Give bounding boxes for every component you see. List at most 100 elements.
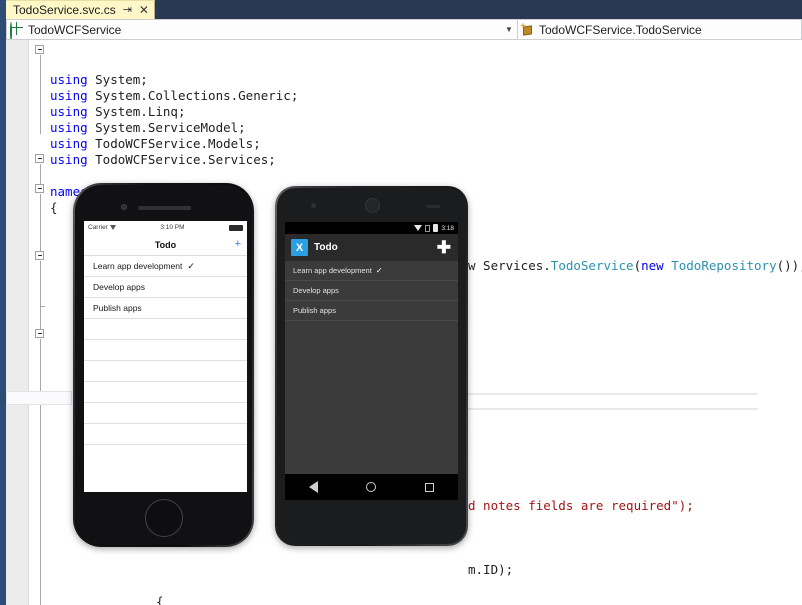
android-app-title: Todo xyxy=(314,242,431,253)
ios-navigation-bar: Todo + xyxy=(84,234,247,256)
code-line: using System.Collections.Generic; xyxy=(50,88,802,104)
iphone-body: Carrier 3:10 PM Todo + Learn app develop… xyxy=(75,185,252,545)
code-line: d notes fields are required"); xyxy=(468,498,694,514)
ios-clock: 3:10 PM xyxy=(116,224,229,231)
code-token: m.ID); xyxy=(468,562,513,577)
camera-icon xyxy=(121,204,127,210)
code-token: System.Linq; xyxy=(95,104,185,119)
code-token: { xyxy=(156,594,164,605)
code-line: using System.ServiceModel; xyxy=(50,120,802,136)
code-separator-1 xyxy=(426,393,758,395)
list-item[interactable]: Learn app development✓ xyxy=(285,261,458,281)
editor-gutter xyxy=(6,40,28,605)
code-token: ()); xyxy=(777,258,802,273)
iphone-screen: Carrier 3:10 PM Todo + Learn app develop… xyxy=(84,221,247,492)
code-line: using TodoWCFService.Services; xyxy=(50,152,802,168)
list-item-label: Develop apps xyxy=(93,282,145,292)
code-token: System.Collections.Generic; xyxy=(95,88,298,103)
list-item[interactable]: Learn app development ✓ xyxy=(84,256,247,277)
android-mockup: 3:18 X Todo ✚ Learn app development✓ Deve… xyxy=(275,186,468,546)
android-screen: 3:18 X Todo ✚ Learn app development✓ Deve… xyxy=(285,222,458,500)
chevron-down-icon[interactable]: ▼ xyxy=(503,25,515,34)
wifi-icon xyxy=(414,225,422,231)
check-icon: ✓ xyxy=(187,261,195,272)
fold-toggle-member-2[interactable] xyxy=(35,329,44,338)
code-token: System.ServiceModel; xyxy=(95,120,246,135)
code-token: TodoWCFService.Services; xyxy=(95,152,276,167)
code-token: d notes fields are required"); xyxy=(468,498,694,513)
code-line: using TodoWCFService.Models; xyxy=(50,136,802,152)
ios-page-title: Todo xyxy=(84,240,247,250)
ios-carrier-label: Carrier xyxy=(88,224,108,231)
fold-toggle-member-1[interactable] xyxy=(35,251,44,260)
code-token: ( xyxy=(634,258,642,273)
code-line xyxy=(50,168,802,184)
speaker-icon xyxy=(138,206,191,210)
android-todo-list[interactable]: Learn app development✓ Develop apps Publis… xyxy=(285,261,458,321)
list-item-empty xyxy=(84,361,247,382)
list-item-empty xyxy=(84,319,247,340)
home-button[interactable] xyxy=(145,499,183,537)
list-item[interactable]: Develop apps xyxy=(84,277,247,298)
member-dropdown[interactable]: TodoWCFService.TodoService xyxy=(518,19,802,40)
list-item-label: Publish apps xyxy=(93,303,142,313)
code-line: { xyxy=(156,594,164,605)
list-item-empty xyxy=(84,382,247,403)
tab-filename: TodoService.svc.cs xyxy=(13,1,116,20)
code-token: using xyxy=(50,72,95,87)
editor-tab-todoservice[interactable]: TodoService.svc.cs ⇥ ✕ xyxy=(6,0,155,19)
pin-icon[interactable]: ⇥ xyxy=(123,1,132,20)
sim-icon xyxy=(425,225,430,232)
android-app-bar: X Todo ✚ xyxy=(285,234,458,261)
list-item[interactable]: Develop apps xyxy=(285,281,458,301)
list-item[interactable]: Publish apps xyxy=(84,298,247,319)
iphone-mockup: Carrier 3:10 PM Todo + Learn app develop… xyxy=(73,183,254,547)
code-line: using System.Linq; xyxy=(50,104,802,120)
recents-icon[interactable] xyxy=(425,483,434,492)
list-item-empty xyxy=(84,403,247,424)
android-clock: 3:18 xyxy=(441,225,454,232)
fold-toggle-class[interactable] xyxy=(35,184,44,193)
type-dropdown[interactable]: TodoWCFService ▼ xyxy=(6,19,518,40)
list-item[interactable]: Publish apps xyxy=(285,301,458,321)
code-line: m.ID); xyxy=(468,562,513,578)
close-icon[interactable]: ✕ xyxy=(139,1,149,20)
code-token: new xyxy=(641,258,671,273)
ios-todo-list[interactable]: Learn app development ✓ Develop apps Publis… xyxy=(84,256,247,445)
android-body: 3:18 X Todo ✚ Learn app development✓ Deve… xyxy=(277,188,466,544)
code-token: TodoRepository xyxy=(671,258,776,273)
type-dropdown-value: TodoWCFService xyxy=(28,23,503,37)
code-token: using xyxy=(50,136,95,151)
fold-toggle-usings[interactable] xyxy=(35,45,44,54)
back-icon[interactable] xyxy=(309,481,318,493)
home-icon[interactable] xyxy=(366,482,376,492)
speaker-icon xyxy=(365,198,380,213)
android-navigation-bar xyxy=(285,474,458,500)
list-item-label: Learn app development xyxy=(293,266,372,275)
list-item-empty xyxy=(84,340,247,361)
code-token: using xyxy=(50,152,95,167)
android-add-button[interactable]: ✚ xyxy=(437,239,451,256)
fold-column xyxy=(28,40,50,605)
code-token: w Services. xyxy=(468,258,551,273)
code-separator-2 xyxy=(426,408,758,410)
code-token: TodoService xyxy=(551,258,634,273)
battery-icon xyxy=(229,225,243,231)
code-token: using xyxy=(50,104,95,119)
xamarin-logo-icon: X xyxy=(291,239,308,256)
fold-toggle-namespace[interactable] xyxy=(35,154,44,163)
list-item-label: Publish apps xyxy=(293,306,336,315)
list-item-empty xyxy=(84,424,247,445)
code-line: w Services.TodoService(new TodoRepositor… xyxy=(468,258,802,274)
code-token: using xyxy=(50,88,95,103)
android-status-bar: 3:18 xyxy=(285,222,458,234)
sensor-icon xyxy=(426,205,440,208)
ios-add-button[interactable]: + xyxy=(235,239,241,250)
list-item-label: Learn app development xyxy=(93,261,182,271)
collapsed-region-box[interactable] xyxy=(6,391,72,405)
camera-icon xyxy=(311,203,316,208)
battery-icon xyxy=(433,224,438,232)
list-item-label: Develop apps xyxy=(293,286,339,295)
visual-studio-window: TodoService.svc.cs ⇥ ✕ TodoWCFService ▼ … xyxy=(0,0,802,605)
ios-status-bar: Carrier 3:10 PM xyxy=(84,221,247,234)
